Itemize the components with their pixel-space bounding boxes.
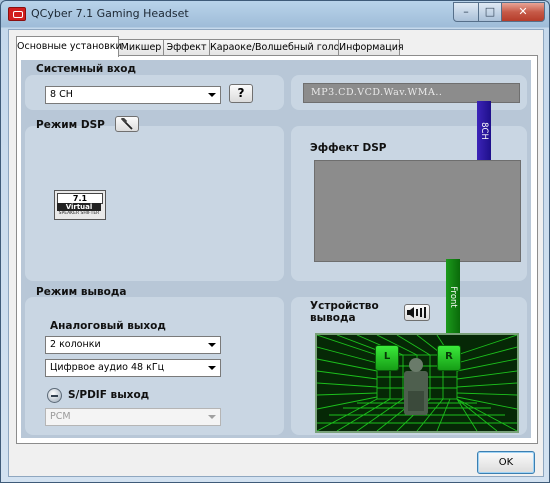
tab-info[interactable]: Информация — [338, 39, 404, 56]
chevron-down-icon — [208, 93, 216, 97]
speakers-value: 2 колонки — [50, 339, 101, 350]
help-button[interactable]: ? — [229, 84, 253, 103]
app-logo-icon — [8, 7, 26, 21]
dsp-effect-label: Эффект DSP — [310, 142, 387, 154]
right-speaker[interactable]: R — [437, 345, 461, 371]
badge-word: Virtual — [57, 203, 101, 211]
room-grid — [317, 335, 517, 431]
system-input-value: 8 CH — [50, 89, 73, 100]
badge-subtitle: SPEAKER SHIFTER — [58, 211, 100, 216]
minimize-button[interactable]: – — [453, 2, 479, 22]
formats-display: MP3.CD.VCD.Wav.WMA.. — [303, 83, 520, 103]
maximize-button[interactable]: □ — [478, 2, 502, 22]
right-speaker-label: R — [445, 351, 453, 362]
close-button[interactable]: ✕ — [501, 2, 545, 22]
tab-effect[interactable]: Эффект — [163, 39, 210, 56]
tab-main-settings[interactable]: Основные установки — [16, 36, 122, 57]
speaker-3d-scene[interactable]: L R — [315, 333, 519, 433]
speaker-config-button[interactable] — [404, 304, 430, 321]
dsp-effect-display[interactable] — [314, 160, 521, 262]
connector-8ch: 8CH — [477, 101, 491, 160]
left-speaker-label: L — [383, 351, 391, 362]
digital-audio-value: Цифрвое аудио 48 кГц — [50, 362, 165, 373]
tab-karaoke[interactable]: Караоке/Волшебный голос — [209, 39, 345, 56]
connector-front-label: Front — [448, 285, 458, 308]
chevron-down-icon — [208, 415, 216, 419]
system-input-label: Системный вход — [36, 63, 136, 75]
analog-output-label: Аналоговый выход — [50, 320, 166, 332]
spdif-output-label: S/PDIF выход — [68, 389, 150, 401]
client-area: Основные установки Микшер Эффект Караоке… — [8, 29, 544, 477]
spdif-toggle-icon[interactable] — [47, 388, 62, 403]
dsp-mode-label: Режим DSP — [36, 119, 105, 131]
virtual-7-1-badge: 7.1 Virtual SPEAKER SHIFTER — [51, 190, 107, 220]
speakers-select[interactable]: 2 колонки — [45, 336, 221, 354]
window-title: QCyber 7.1 Gaming Headset — [31, 7, 189, 20]
digital-audio-select[interactable]: Цифрвое аудио 48 кГц — [45, 359, 221, 377]
app-window: QCyber 7.1 Gaming Headset – □ ✕ Основные… — [0, 0, 550, 483]
output-device-label: Устройство вывода — [310, 300, 379, 324]
hammer-icon — [120, 118, 133, 130]
tab-mixer[interactable]: Микшер — [118, 39, 164, 56]
spdif-format-value: PCM — [50, 411, 71, 422]
left-speaker[interactable]: L — [375, 345, 399, 371]
tab-page-main: Системный вход 8 CH ? MP3.CD.VCD.Wav.WMA… — [16, 55, 538, 444]
spdif-format-select[interactable]: PCM — [45, 408, 221, 426]
speaker-bars-icon — [407, 307, 426, 318]
main-panel: Системный вход 8 CH ? MP3.CD.VCD.Wav.WMA… — [21, 60, 531, 438]
chevron-down-icon — [208, 366, 216, 370]
connector-front: Front — [446, 259, 460, 334]
output-mode-label: Режим вывода — [36, 286, 127, 298]
dsp-tools-button[interactable] — [115, 116, 139, 132]
title-bar[interactable]: QCyber 7.1 Gaming Headset – □ ✕ — [1, 1, 549, 27]
chevron-down-icon — [208, 343, 216, 347]
connector-8ch-label: 8CH — [479, 121, 489, 140]
ok-button[interactable]: OK — [477, 451, 535, 474]
system-input-select[interactable]: 8 CH — [45, 86, 221, 104]
